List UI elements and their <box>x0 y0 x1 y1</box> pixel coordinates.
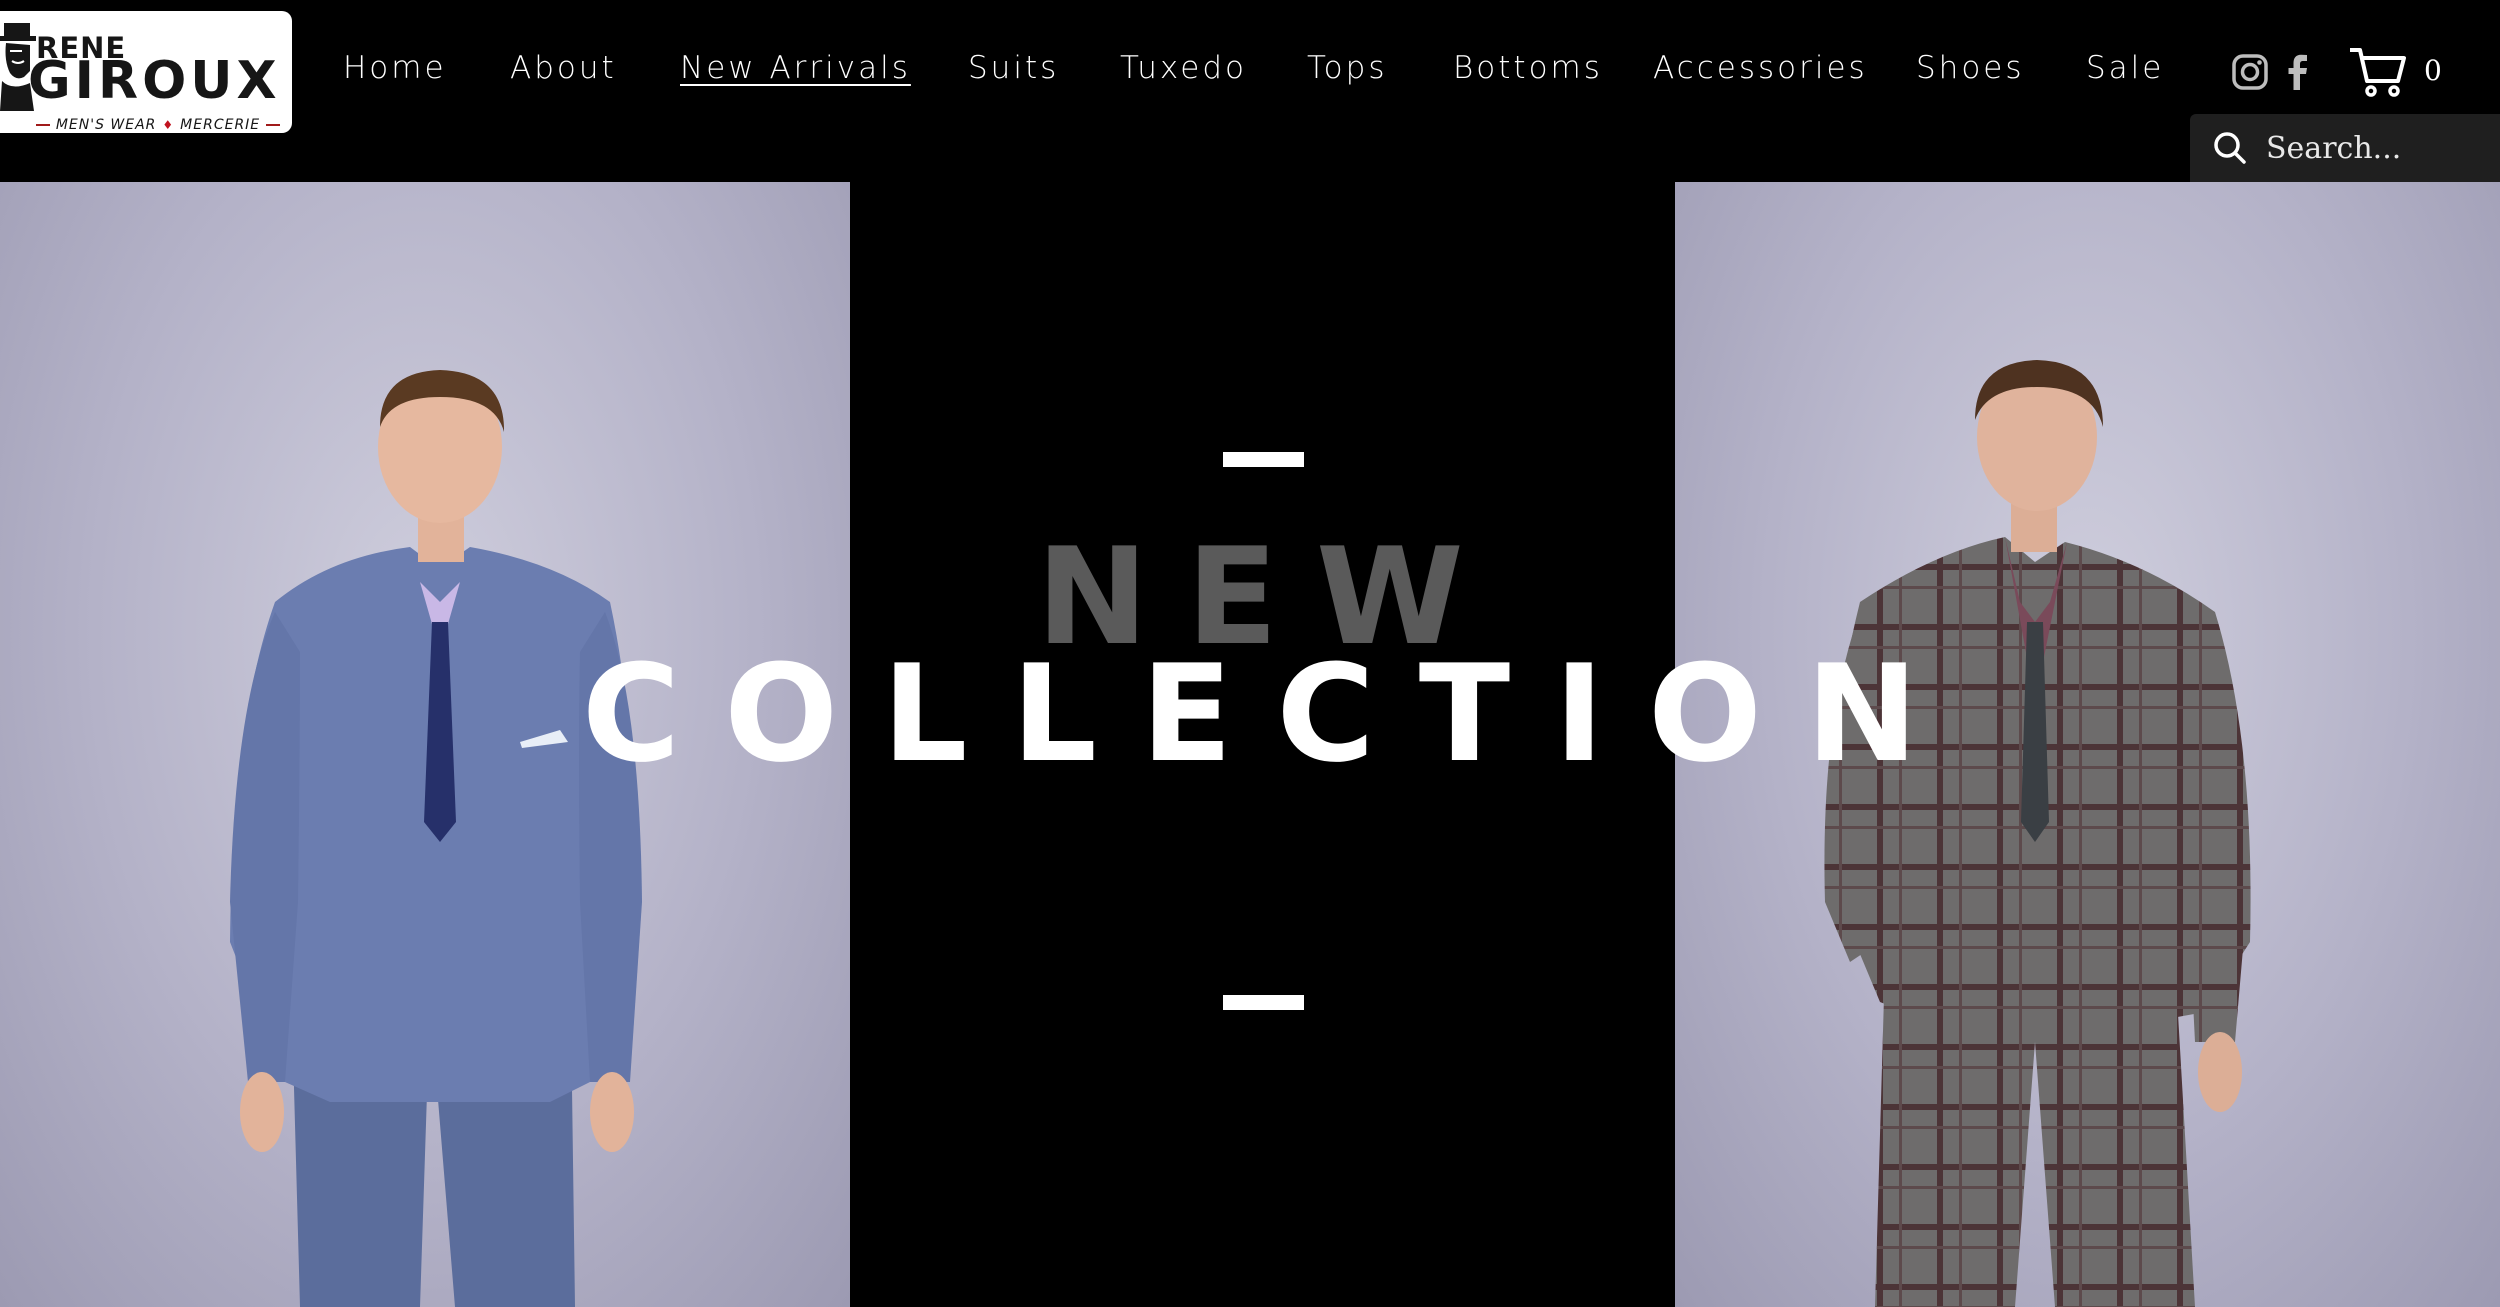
nav-shoes[interactable]: Shoes <box>1916 50 2025 86</box>
nav-suits[interactable]: Suits <box>968 50 1059 86</box>
tagline-right: MERCERIE <box>180 117 261 133</box>
nav-home[interactable]: Home <box>343 50 447 86</box>
nav-tuxedo[interactable]: Tuxedo <box>1120 50 1247 86</box>
tagline-rule-right <box>266 124 281 126</box>
search-icon[interactable] <box>2210 128 2250 168</box>
hero-title-line2: COLLECTION <box>581 636 1963 792</box>
tagline-left: MEN'S WEAR <box>55 117 157 133</box>
nav-bottoms[interactable]: Bottoms <box>1453 50 1603 86</box>
nav-about[interactable]: About <box>510 50 617 86</box>
brand-name-last: GIROUX <box>28 51 281 111</box>
nav-new-arrivals[interactable]: New Arrivals <box>680 50 911 86</box>
search-input[interactable] <box>2264 129 2488 167</box>
search-bar[interactable] <box>2190 114 2500 182</box>
cart-icon[interactable] <box>2348 45 2408 99</box>
nav-sale[interactable]: Sale <box>2086 50 2164 86</box>
tagline-rule-left <box>35 124 50 126</box>
facebook-icon[interactable] <box>2278 52 2318 92</box>
hero-banner[interactable]: NEW COLLECTION <box>0 182 2500 1307</box>
brand-logo[interactable]: RENE GIROUX MEN'S WEAR ♦ MERCERIE <box>0 11 292 133</box>
title-divider-bottom <box>1223 995 1304 1010</box>
brand-tagline: MEN'S WEAR ♦ MERCERIE <box>32 115 284 133</box>
nav-tops[interactable]: Tops <box>1307 50 1387 86</box>
title-divider-top <box>1223 452 1304 467</box>
nav-accessories[interactable]: Accessories <box>1653 50 1868 86</box>
cart-count: 0 <box>2424 54 2442 87</box>
site-header: RENE GIROUX MEN'S WEAR ♦ MERCERIE Home A… <box>0 0 2500 182</box>
instagram-icon[interactable] <box>2230 52 2270 92</box>
tagline-separator: ♦ <box>162 118 175 132</box>
